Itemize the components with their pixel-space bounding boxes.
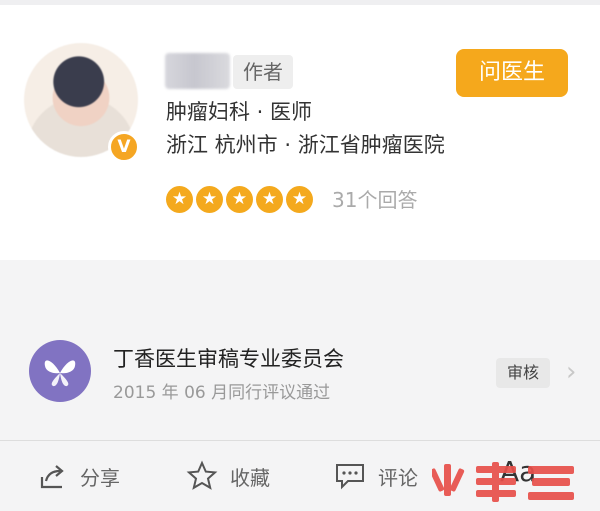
star-icon: ★ [196, 186, 223, 213]
ask-doctor-button[interactable]: 问医生 [456, 49, 568, 97]
review-date: 2015 年 06 月同行评议通过 [113, 383, 331, 403]
star-icon: ★ [226, 186, 253, 213]
watermark-logo [432, 462, 574, 502]
author-tag: 作者 [233, 55, 293, 89]
star-icon: ★ [166, 186, 193, 213]
committee-name: 丁香医生审稿专业委员会 [113, 347, 344, 371]
review-badge: 审核 [496, 358, 550, 388]
comment-icon [336, 464, 364, 490]
star-outline-icon [186, 460, 218, 490]
committee-logo [29, 340, 91, 402]
butterfly-icon [44, 360, 76, 387]
star-icon: ★ [256, 186, 283, 213]
comment-button[interactable]: 评论 [334, 458, 418, 494]
share-label: 分享 [80, 465, 120, 490]
star-icon: ★ [286, 186, 313, 213]
rating-stars: ★ ★ ★ ★ ★ [166, 186, 313, 214]
answer-count[interactable]: 31个回答 [332, 186, 417, 214]
share-icon [40, 465, 64, 489]
doctor-location-hospital: 浙江 杭州市 · 浙江省肿瘤医院 [166, 133, 445, 157]
comment-label: 评论 [378, 465, 418, 490]
share-button[interactable]: 分享 [38, 458, 120, 494]
doctor-department-title: 肿瘤妇科 · 医师 [166, 100, 313, 124]
doctor-name-blurred [165, 53, 230, 89]
verified-icon: V [108, 131, 140, 163]
favorite-button[interactable]: 收藏 [186, 458, 270, 494]
chevron-right-icon[interactable]: › [566, 356, 576, 388]
favorite-label: 收藏 [230, 465, 270, 490]
